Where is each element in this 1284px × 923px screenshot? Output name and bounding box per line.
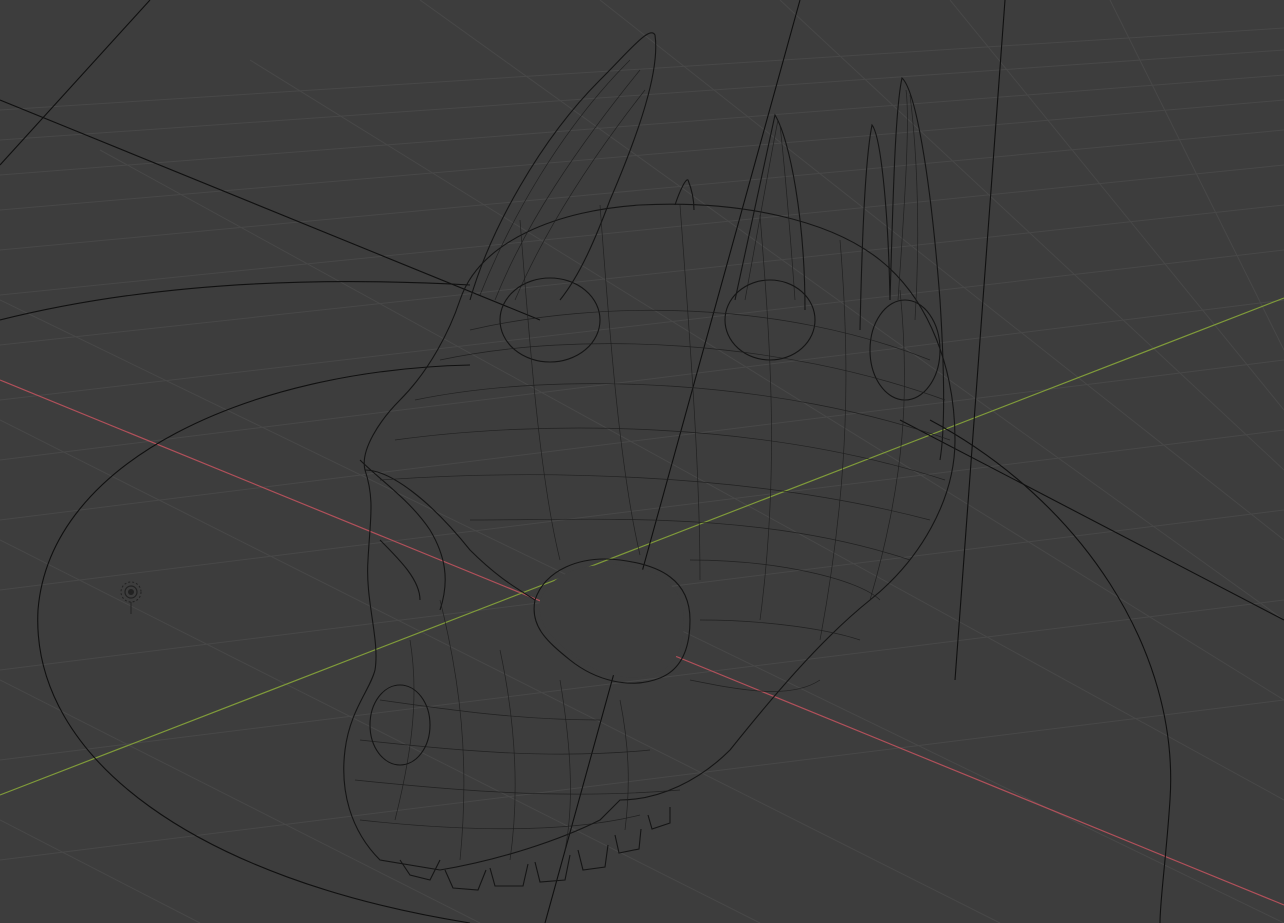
floor-grid xyxy=(0,0,1284,923)
viewport-canvas[interactable] xyxy=(0,0,1284,923)
guide-curves xyxy=(0,0,1284,923)
horns xyxy=(469,32,945,461)
y-axis-line xyxy=(0,297,1284,796)
3d-viewport[interactable] xyxy=(0,0,1284,923)
teeth xyxy=(399,807,671,891)
